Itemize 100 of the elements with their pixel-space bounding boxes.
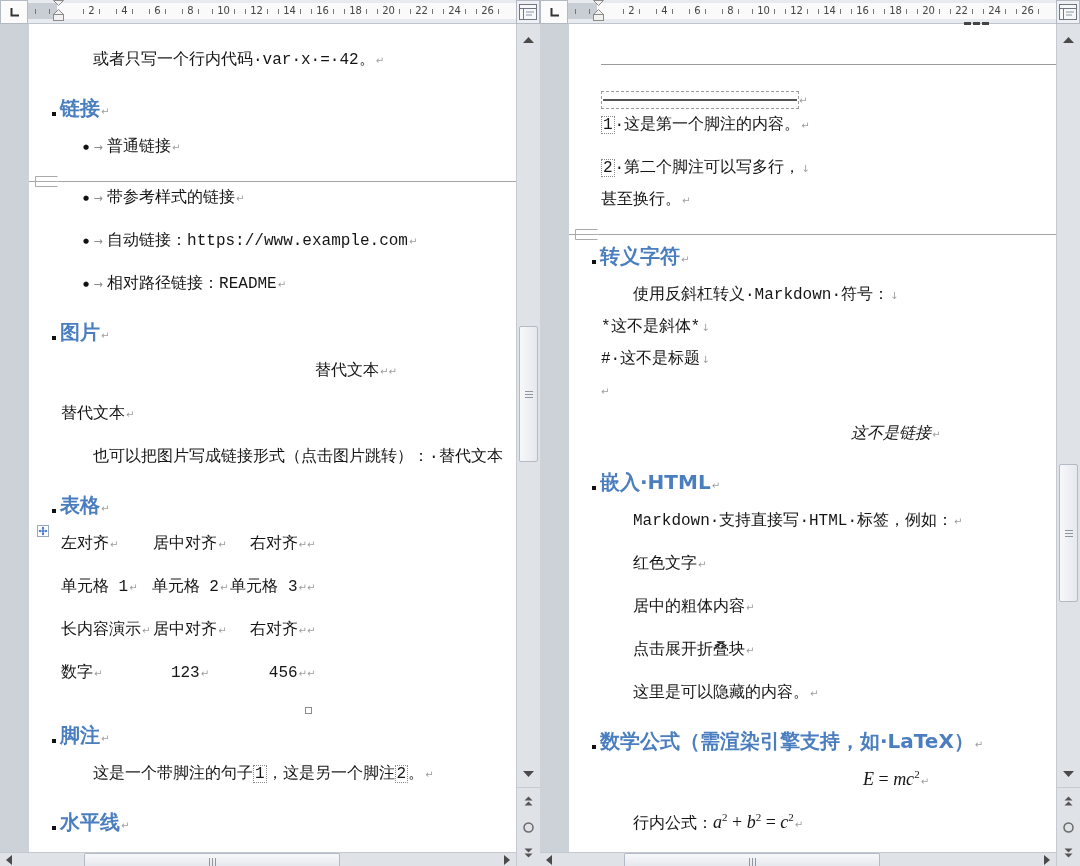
body-text: 甚至换行。↵ <box>601 189 691 211</box>
ruler-toggle-button[interactable] <box>1056 0 1080 24</box>
ruler-toggle-button[interactable] <box>516 0 540 24</box>
tab-selector-button[interactable] <box>540 0 568 24</box>
section-heading: 脚注↵ <box>60 722 110 749</box>
double-up-triangle-icon[interactable] <box>1064 796 1073 806</box>
table-cell-text: 数字↵ <box>61 662 104 684</box>
row-end-mark: ↵ <box>307 624 316 636</box>
table-cell: 长内容演示↵ <box>61 619 150 641</box>
ruler-number: 12 <box>790 5 803 17</box>
ruler-number: 16 <box>316 5 329 17</box>
double-down-triangle-icon[interactable] <box>524 848 533 858</box>
window-layout-icon <box>1059 4 1077 20</box>
section-heading: 图片↵ <box>60 319 110 346</box>
footnote-text: 1·这是第一个脚注的内容。↵ <box>601 114 810 136</box>
square-bullet-icon <box>592 744 596 749</box>
square-bullet-icon <box>592 485 596 490</box>
ruler-number: 24 <box>988 5 1001 17</box>
section-heading: 水平线↵ <box>60 809 130 836</box>
ruler-number: 4 <box>121 5 128 17</box>
indent-marker-icon[interactable] <box>53 0 64 21</box>
ruler-number: 8 <box>727 5 734 17</box>
body-text: 或者只写一个行内代码·var·x·=·42。↵ <box>93 49 384 71</box>
table-cell-text: 右对齐↵ <box>248 619 307 641</box>
square-bullet-icon <box>592 259 596 264</box>
grip-lines-icon <box>524 390 533 398</box>
ruler-number: 4 <box>661 5 668 17</box>
body-text: 这不是链接↵ <box>851 423 941 445</box>
window-layout-icon <box>519 4 537 20</box>
paragraph-mark: ↵ <box>799 94 808 106</box>
body-text: 点击展开折叠块↵ <box>633 639 755 661</box>
ruler-number: 18 <box>889 5 902 17</box>
ruler-number: 6 <box>154 5 161 17</box>
list-item-text: → 相对路径链接：README↵ <box>92 273 287 295</box>
body-text: #·这不是标题↓ <box>601 348 710 370</box>
body-text: 红色文字↵ <box>633 553 707 575</box>
square-bullet-icon <box>52 825 56 830</box>
ruler-number: 12 <box>250 5 263 17</box>
list-item-text: → 带参考样式的链接↵ <box>92 187 245 209</box>
square-bullet-icon <box>52 111 56 116</box>
row-end-mark: ↵ <box>307 581 316 593</box>
footnote-text: 2·第二个脚注可以写多行，↓ <box>601 157 810 179</box>
row-end-mark: ↵ <box>307 667 316 679</box>
ruler-number: 10 <box>217 5 230 17</box>
ruler-number: 6 <box>694 5 701 17</box>
body-text: 替代文本↵ <box>61 403 135 425</box>
image-alt-text: 替代文本↵↵ <box>315 360 397 382</box>
up-triangle-icon[interactable] <box>1063 36 1074 43</box>
ruler-number: 10 <box>757 5 770 17</box>
ruler-number: 24 <box>448 5 461 17</box>
body-text: *这不是斜体*↓ <box>601 316 710 338</box>
tab-selector-button[interactable] <box>0 0 28 24</box>
section-heading: 链接↵ <box>60 95 110 122</box>
ruler-number: 14 <box>823 5 836 17</box>
right-triangle-icon[interactable] <box>504 854 510 865</box>
table-cell-text: 居中对齐↵ <box>152 619 228 641</box>
square-bullet-icon <box>52 738 56 743</box>
left-triangle-icon[interactable] <box>546 854 552 865</box>
body-text: Markdown·支持直接写·HTML·标签，例如：↵ <box>633 510 963 532</box>
square-bullet-icon <box>52 508 56 513</box>
down-triangle-icon[interactable] <box>523 770 534 777</box>
ruler-number: 20 <box>922 5 935 17</box>
circle-icon[interactable] <box>1063 821 1074 833</box>
body-text: 行内公式：a$^{2}$ + b$^{2}$ = c$^{2}$ ↵ <box>633 811 804 835</box>
up-triangle-icon[interactable] <box>523 36 534 43</box>
section-heading: 表格↵ <box>60 492 110 519</box>
table-cell: 单元格 3↵ <box>230 576 307 598</box>
move-arrows-icon[interactable] <box>37 525 49 537</box>
grip-lines-icon <box>748 858 756 866</box>
indent-marker-icon[interactable] <box>593 0 604 21</box>
ruler-number: 2 <box>628 5 635 17</box>
table-cell-text: 居中对齐↵ <box>152 533 228 555</box>
ruler-number: 22 <box>415 5 428 17</box>
ruler-number: 26 <box>1021 5 1034 17</box>
scrollbar-thumb[interactable] <box>1059 464 1078 602</box>
section-heading: 数学公式（需渲染引擎支持，如·LaTeX）↵ <box>600 728 984 755</box>
left-triangle-icon[interactable] <box>6 854 12 865</box>
double-down-triangle-icon[interactable] <box>1064 848 1073 858</box>
left-tab-stop-icon <box>549 7 559 17</box>
body-text: 使用反斜杠转义·Markdown·符号：↓ <box>633 284 899 306</box>
body-text: 这里是可以隐藏的内容。↵ <box>633 682 819 704</box>
ruler-number: 16 <box>856 5 869 17</box>
double-up-triangle-icon[interactable] <box>524 796 533 806</box>
grip-lines-icon <box>1064 529 1073 537</box>
body-text: 也可以把图片写成链接形式（点击图片跳转）：·替代文本 <box>93 447 503 467</box>
scrollbar-thumb[interactable] <box>84 853 340 866</box>
table-cell-text: 左对齐↵ <box>61 533 120 555</box>
table-cell-text: 456↵ <box>267 662 307 684</box>
section-heading: 转义字符↵ <box>600 243 690 270</box>
circle-icon[interactable] <box>523 821 534 833</box>
equation: E = mc$^{2}$ ↵ <box>862 768 929 791</box>
square-handle-icon[interactable] <box>305 707 312 714</box>
ruler-number: 2 <box>88 5 95 17</box>
right-triangle-icon[interactable] <box>1044 854 1050 865</box>
scrollbar-thumb[interactable] <box>519 326 538 462</box>
ruler-number: 14 <box>283 5 296 17</box>
paragraph-mark: ↵ <box>601 385 610 397</box>
scrollbar-thumb[interactable] <box>624 853 880 866</box>
ruler-number: 22 <box>955 5 968 17</box>
down-triangle-icon[interactable] <box>1063 770 1074 777</box>
